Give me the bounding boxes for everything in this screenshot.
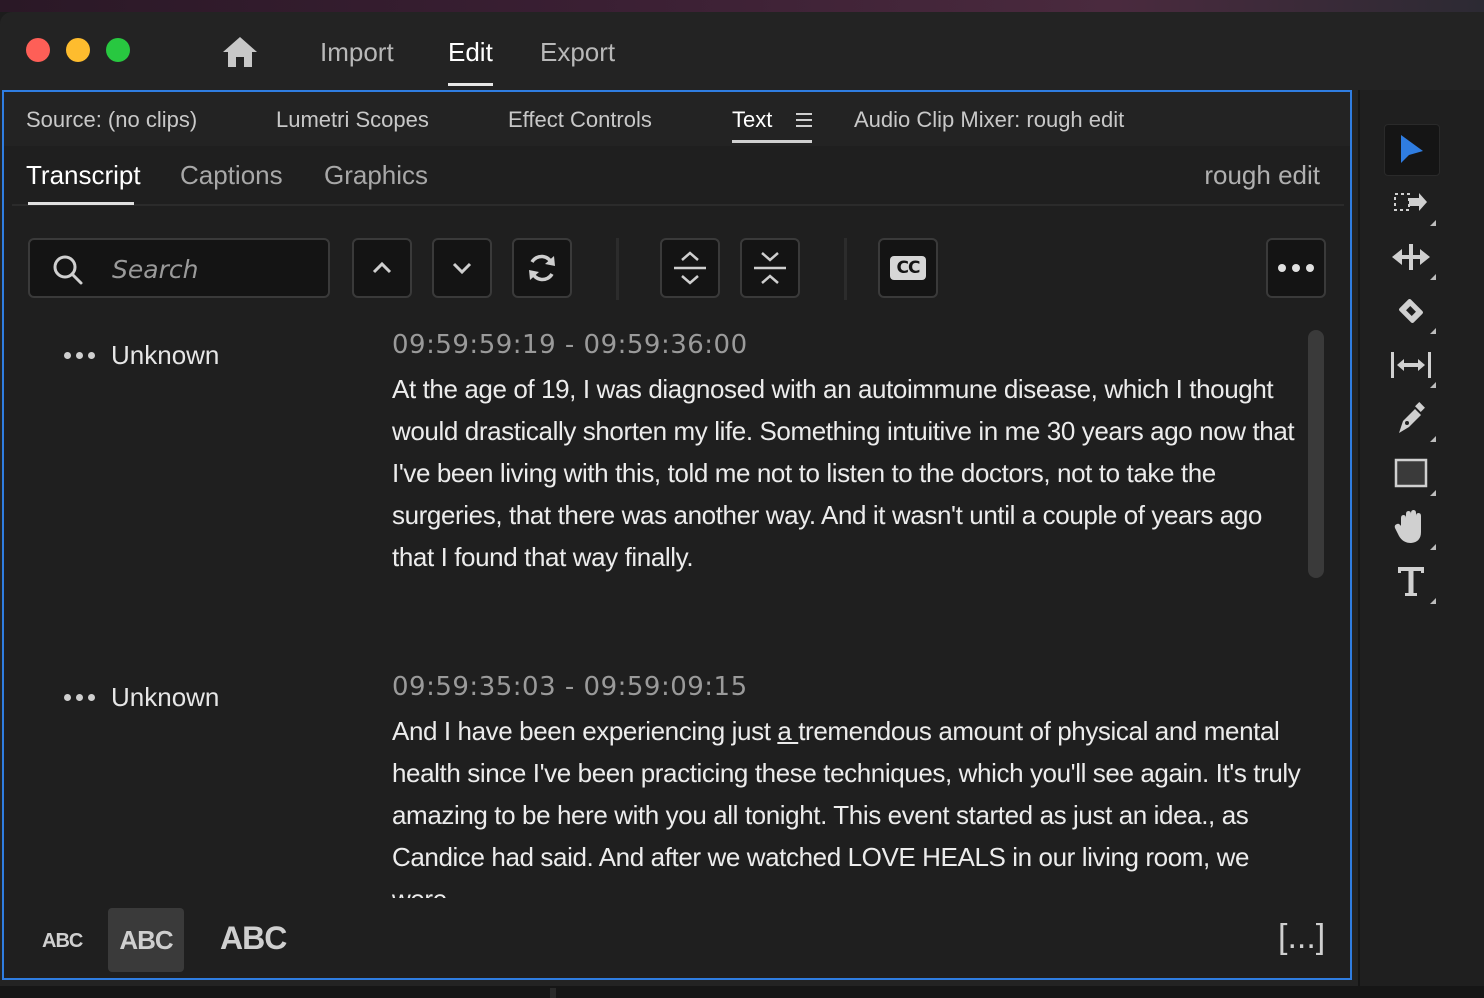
slip-tool[interactable]: [1384, 340, 1438, 390]
panel-menu-icon[interactable]: [796, 113, 812, 127]
refresh-button[interactable]: [512, 238, 572, 298]
speaker-name: Unknown: [111, 340, 220, 370]
create-captions-button[interactable]: CC: [878, 238, 938, 298]
subtab-transcript[interactable]: Transcript: [26, 158, 141, 192]
more-icon: [1278, 264, 1314, 272]
subtab-graphics[interactable]: Graphics: [324, 158, 428, 192]
track-select-tool[interactable]: [1384, 178, 1438, 228]
cc-label: CC: [896, 258, 921, 278]
tools-panel: [1358, 90, 1484, 986]
search-input[interactable]: [110, 250, 314, 288]
segment-text-part: And I have been experiencing just: [392, 716, 778, 746]
rectangle-tool[interactable]: [1384, 448, 1438, 498]
previous-result-button[interactable]: [352, 238, 412, 298]
segment-timecode: 09:59:35:03 - 09:59:09:15: [392, 672, 748, 702]
transcript-footer: ABC ABC ABC [...]: [4, 904, 1350, 978]
workspace-tab-export[interactable]: Export: [540, 36, 615, 76]
tab-text[interactable]: Text: [732, 106, 772, 134]
pen-tool[interactable]: [1384, 394, 1438, 444]
pause-marker-button[interactable]: [...]: [1278, 918, 1325, 957]
panel-tab-bar: Source: (no clips) Lumetri Scopes Effect…: [4, 92, 1350, 146]
subtab-divider: [12, 204, 1344, 206]
toolbar-divider: [616, 238, 619, 300]
workspace-tab-import[interactable]: Import: [320, 36, 394, 76]
ripple-edit-tool-icon: [1392, 244, 1430, 270]
text-panel: Source: (no clips) Lumetri Scopes Effect…: [2, 90, 1352, 980]
desktop-background: [0, 0, 1484, 12]
home-icon[interactable]: [220, 34, 260, 70]
highlighted-word[interactable]: a: [777, 716, 798, 746]
selection-tool-icon: [1401, 135, 1423, 163]
sequence-name: rough edit: [1204, 160, 1320, 190]
expand-segments-button[interactable]: [660, 238, 720, 298]
pen-tool-icon: [1399, 402, 1425, 433]
font-size-small-button[interactable]: ABC: [42, 930, 83, 953]
track-select-tool-icon: [1394, 193, 1427, 211]
slip-tool-icon: [1391, 352, 1431, 378]
toolbar-divider: [844, 238, 847, 300]
collapse-segments-button[interactable]: [740, 238, 800, 298]
speaker-name: Unknown: [111, 682, 220, 712]
hand-tool[interactable]: [1384, 502, 1438, 552]
text-subtab-bar: Transcript Captions Graphics rough edit: [4, 146, 1350, 208]
minimize-window-button[interactable]: [66, 38, 90, 62]
cc-icon: CC: [890, 256, 926, 280]
segment-timecode: 09:59:59:19 - 09:59:36:00: [392, 330, 748, 360]
tab-lumetri-scopes[interactable]: Lumetri Scopes: [276, 106, 429, 134]
subtab-captions[interactable]: Captions: [180, 158, 283, 192]
speaker-menu-icon[interactable]: [64, 694, 95, 701]
status-bar: [0, 986, 1484, 998]
active-subtab-indicator: [28, 202, 134, 205]
expand-icon: [674, 251, 706, 285]
refresh-icon: [529, 254, 555, 282]
speaker-label[interactable]: Unknown: [64, 340, 219, 371]
type-tool-icon: [1398, 567, 1424, 596]
speaker-label[interactable]: Unknown: [64, 682, 219, 713]
segment-text[interactable]: And I have been experiencing just a trem…: [392, 710, 1304, 898]
transcript-scrollbar[interactable]: [1308, 330, 1324, 578]
workspace-bar: Import Edit Export: [0, 12, 1484, 90]
tab-source[interactable]: Source: (no clips): [26, 106, 197, 134]
transcript-list: Unknown 09:59:59:19 - 09:59:36:00 At the…: [4, 322, 1350, 898]
type-tool[interactable]: [1384, 556, 1438, 606]
chevron-up-icon: [372, 261, 392, 274]
font-size-medium-button[interactable]: ABC: [108, 908, 184, 972]
more-options-button[interactable]: [1266, 238, 1326, 298]
chevron-down-icon: [452, 262, 472, 275]
close-window-button[interactable]: [26, 38, 50, 62]
ripple-edit-tool[interactable]: [1384, 232, 1438, 282]
razor-tool-icon: [1399, 299, 1423, 323]
speaker-menu-icon[interactable]: [64, 352, 95, 359]
tab-effect-controls[interactable]: Effect Controls: [508, 106, 652, 134]
workspace-tab-edit[interactable]: Edit: [448, 36, 493, 86]
active-tab-indicator: [732, 140, 812, 143]
premiere-window: Import Edit Export Source: (no clips) Lu…: [0, 12, 1484, 998]
tab-audio-clip-mixer[interactable]: Audio Clip Mixer: rough edit: [854, 106, 1124, 134]
maximize-window-button[interactable]: [106, 38, 130, 62]
font-size-large-button[interactable]: ABC: [220, 920, 287, 957]
segment-text[interactable]: At the age of 19, I was diagnosed with a…: [392, 368, 1304, 578]
rectangle-tool-icon: [1394, 458, 1428, 488]
search-icon: [53, 255, 83, 285]
next-result-button[interactable]: [432, 238, 492, 298]
razor-tool[interactable]: [1384, 286, 1438, 336]
collapse-icon: [754, 252, 786, 284]
hand-tool-icon: [1394, 510, 1421, 543]
search-box[interactable]: [28, 238, 330, 298]
selection-tool[interactable]: [1384, 124, 1440, 176]
